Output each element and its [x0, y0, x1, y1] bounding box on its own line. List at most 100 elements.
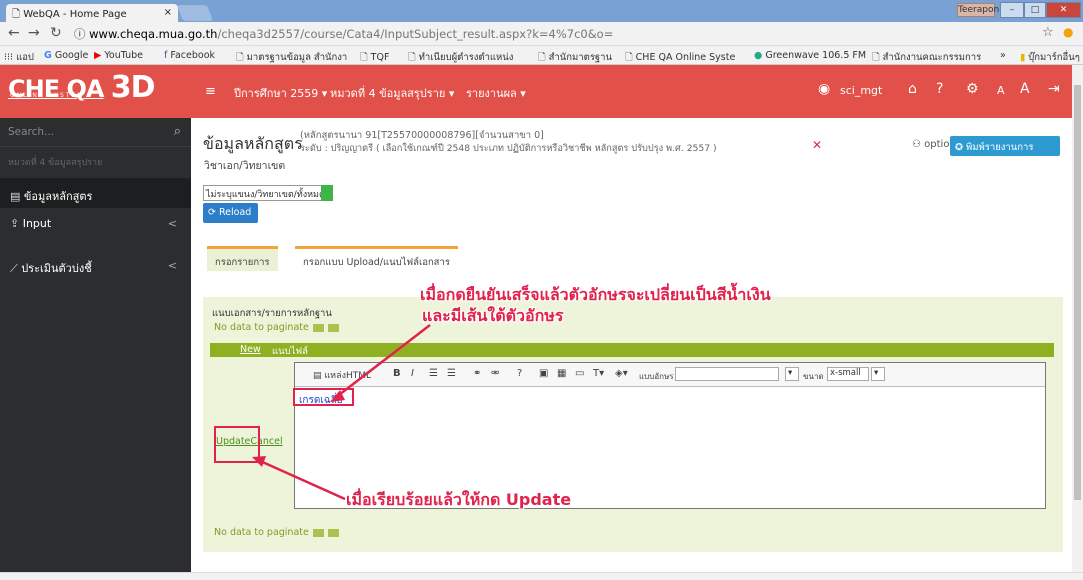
- annotation-top-line2: และมีเส้นใต้ตัวอักษร: [422, 306, 564, 325]
- app-logo[interactable]: CHE QA 3D ONLINE SYSTEM: [8, 70, 156, 105]
- bookmark-item[interactable]: 🗋 ทำเนียบผู้ตำรงตำแหน่ง: [408, 50, 513, 64]
- image-icon[interactable]: ▣: [539, 368, 548, 379]
- user-name[interactable]: sci_mgt: [840, 84, 882, 97]
- bg-color-icon[interactable]: ◈▾: [615, 368, 628, 379]
- font-label: แบบอักษร: [639, 372, 674, 381]
- source-html-button[interactable]: ▤ แหล่งHTML: [313, 368, 371, 382]
- bookmark-item[interactable]: 🗋 มาตรฐานข้อมูล สำนักงา: [236, 50, 347, 64]
- font-large-icon[interactable]: A: [1020, 81, 1030, 97]
- course-level-info: ระดับ : ปริญญาตรี ( เลือกใช้เกณฑ์ปี 2548…: [300, 143, 717, 154]
- table-icon[interactable]: ▦: [557, 368, 566, 379]
- bookmark-item[interactable]: ● Greenwave 106.5 FM: [754, 50, 866, 61]
- search-input[interactable]: Search... ⌕: [0, 118, 191, 147]
- new-tab-button[interactable]: [177, 5, 213, 21]
- bookmark-item[interactable]: 🗋 สำนักมาตรฐาน: [538, 50, 612, 64]
- italic-button[interactable]: I: [411, 368, 414, 379]
- refresh-icon: ⟳: [208, 207, 216, 218]
- annotation-bottom: เมื่อเรียบร้อยแล้วให้กด Update: [346, 490, 572, 509]
- search-icon[interactable]: ⌕: [174, 124, 181, 139]
- prev-page-button[interactable]: [312, 528, 324, 537]
- chevron-left-icon: <: [167, 217, 177, 230]
- sidebar-item-evaluate[interactable]: ⟋ ประเมินตัวบ่งชี้ <: [0, 250, 191, 280]
- chevron-left-icon: <: [167, 259, 177, 272]
- maximize-icon[interactable]: □: [1024, 2, 1046, 18]
- forward-icon[interactable]: →: [28, 25, 40, 41]
- tab-title: WebQA - Home Page: [23, 9, 127, 20]
- sidebar-item-course-info[interactable]: ▤ ข้อมูลหลักสูตร: [0, 178, 191, 208]
- document-icon: ▤: [10, 190, 21, 203]
- info-icon: ⓘ: [74, 27, 90, 41]
- extension-icon[interactable]: ●: [1063, 25, 1073, 39]
- highlight-box-update: [214, 426, 260, 463]
- horizontal-scrollbar[interactable]: [0, 572, 1083, 580]
- panel-title: แนบเอกสาร/รายการหลักฐาน: [212, 308, 332, 319]
- sidebar-section-label: หมวดที่ 4 ข้อมูลสรุปราย: [8, 158, 103, 168]
- window-user-badge: Teerapon: [957, 3, 1000, 17]
- scrollbar-thumb[interactable]: [1074, 85, 1081, 500]
- reload-button[interactable]: ⟳ Reload: [203, 203, 258, 223]
- help-icon[interactable]: ?: [936, 81, 943, 97]
- hr-icon[interactable]: ▭: [575, 368, 584, 379]
- link-icon[interactable]: ⚭: [473, 368, 481, 379]
- ordered-list-icon[interactable]: ☰: [429, 368, 438, 379]
- sidebar-item-input[interactable]: ⇪ Input <: [0, 208, 191, 238]
- logout-icon[interactable]: ⇥: [1048, 81, 1060, 97]
- close-icon[interactable]: ✕: [812, 138, 822, 152]
- prev-page-button[interactable]: [312, 323, 324, 332]
- address-bar[interactable]: ⓘ www.cheqa.mua.go.th/cheqa3d2557/course…: [74, 25, 1059, 43]
- bookmarks-overflow[interactable]: »: [1000, 50, 1006, 61]
- size-label: ขนาด: [803, 372, 824, 381]
- next-page-button[interactable]: [327, 323, 339, 332]
- bookmarks-bar: ⁝⁝⁝ แอป G Google ▶ YouTube f Facebook 🗋 …: [0, 46, 1083, 65]
- bookmark-item[interactable]: ▶ YouTube: [94, 50, 143, 61]
- chevron-down-icon[interactable]: ▾: [871, 367, 885, 381]
- major-line: วิชาเอก/วิทยาเขต: [204, 160, 286, 172]
- people-icon: ⚇: [912, 139, 921, 150]
- next-page-button[interactable]: [327, 528, 339, 537]
- branch-select[interactable]: ไม่ระบุแขนง/วิทยาเขต/ทั้งหมด: [203, 185, 333, 201]
- text-color-icon[interactable]: T▾: [593, 368, 604, 379]
- settings-icon[interactable]: ⚙: [966, 81, 979, 97]
- bookmark-folder[interactable]: ▮ บุ๊กมาร์กอื่นๆ: [1020, 50, 1080, 64]
- tab-upload[interactable]: กรอกแบบ Upload/แนบไฟล์เอกสาร: [295, 246, 458, 271]
- bookmark-item[interactable]: G Google: [44, 50, 88, 61]
- tab-input-list[interactable]: กรอกรายการ: [207, 246, 278, 271]
- close-window-icon[interactable]: ✕: [1046, 2, 1081, 18]
- bold-button[interactable]: B: [393, 368, 401, 379]
- tab-close-icon[interactable]: ×: [164, 7, 172, 18]
- size-select[interactable]: x-small: [827, 367, 869, 381]
- page-icon: 🗋: [12, 9, 24, 20]
- menu-section-4[interactable]: หมวดที่ 4 ข้อมูลสรุปราย ▾: [330, 84, 454, 102]
- minimize-icon[interactable]: –: [1000, 2, 1024, 18]
- home-icon[interactable]: ⌂: [908, 81, 917, 97]
- chart-line-icon: ⟋: [10, 262, 18, 275]
- font-select[interactable]: [675, 367, 779, 381]
- bookmark-item[interactable]: 🗋 CHE QA Online Syste: [625, 50, 735, 64]
- reload-icon[interactable]: ↻: [50, 25, 62, 41]
- bookmark-item[interactable]: 🗋 TQF: [360, 50, 389, 64]
- unordered-list-icon[interactable]: ☰: [447, 368, 456, 379]
- user-avatar-icon[interactable]: ◉: [818, 81, 830, 97]
- print-icon: ✪: [955, 142, 963, 153]
- bookmark-item[interactable]: 🗋 สำนักงานคณะกรรมการ: [872, 50, 981, 64]
- pagination-bottom: No data to paginate: [214, 527, 339, 538]
- table-header: [210, 343, 1054, 357]
- bookmark-item[interactable]: f Facebook: [164, 50, 215, 61]
- print-report-button[interactable]: ✪ พิมพ์รายงานการประเมินตนเอง: [950, 136, 1060, 168]
- back-icon[interactable]: ←: [8, 25, 20, 41]
- chevron-down-icon[interactable]: ▾: [785, 367, 799, 381]
- help-icon[interactable]: ?: [517, 368, 522, 379]
- bookmark-item[interactable]: ⁝⁝⁝ แอป: [4, 50, 34, 64]
- upload-icon: ⇪: [10, 217, 20, 230]
- chevron-down-icon: [321, 185, 333, 201]
- hamburger-icon[interactable]: ≡: [205, 84, 216, 99]
- editor-toolbar: ▤ แหล่งHTML B I ☰ ☰ ⚭ ⚮ ? ▣ ▦ ▭ T▾ ◈▾ แบ…: [295, 363, 1045, 387]
- browser-tab[interactable]: 🗋 WebQA - Home Page ×: [6, 4, 178, 22]
- menu-academic-year[interactable]: ปีการศึกษา 2559 ▾: [234, 84, 327, 102]
- unlink-icon[interactable]: ⚮: [491, 368, 499, 379]
- new-link[interactable]: New: [240, 344, 261, 355]
- font-small-icon[interactable]: A: [997, 84, 1005, 97]
- page-title: ข้อมูลหลักสูตร: [203, 134, 303, 153]
- pagination: No data to paginate: [214, 322, 339, 333]
- menu-report[interactable]: รายงานผล ▾: [466, 84, 526, 102]
